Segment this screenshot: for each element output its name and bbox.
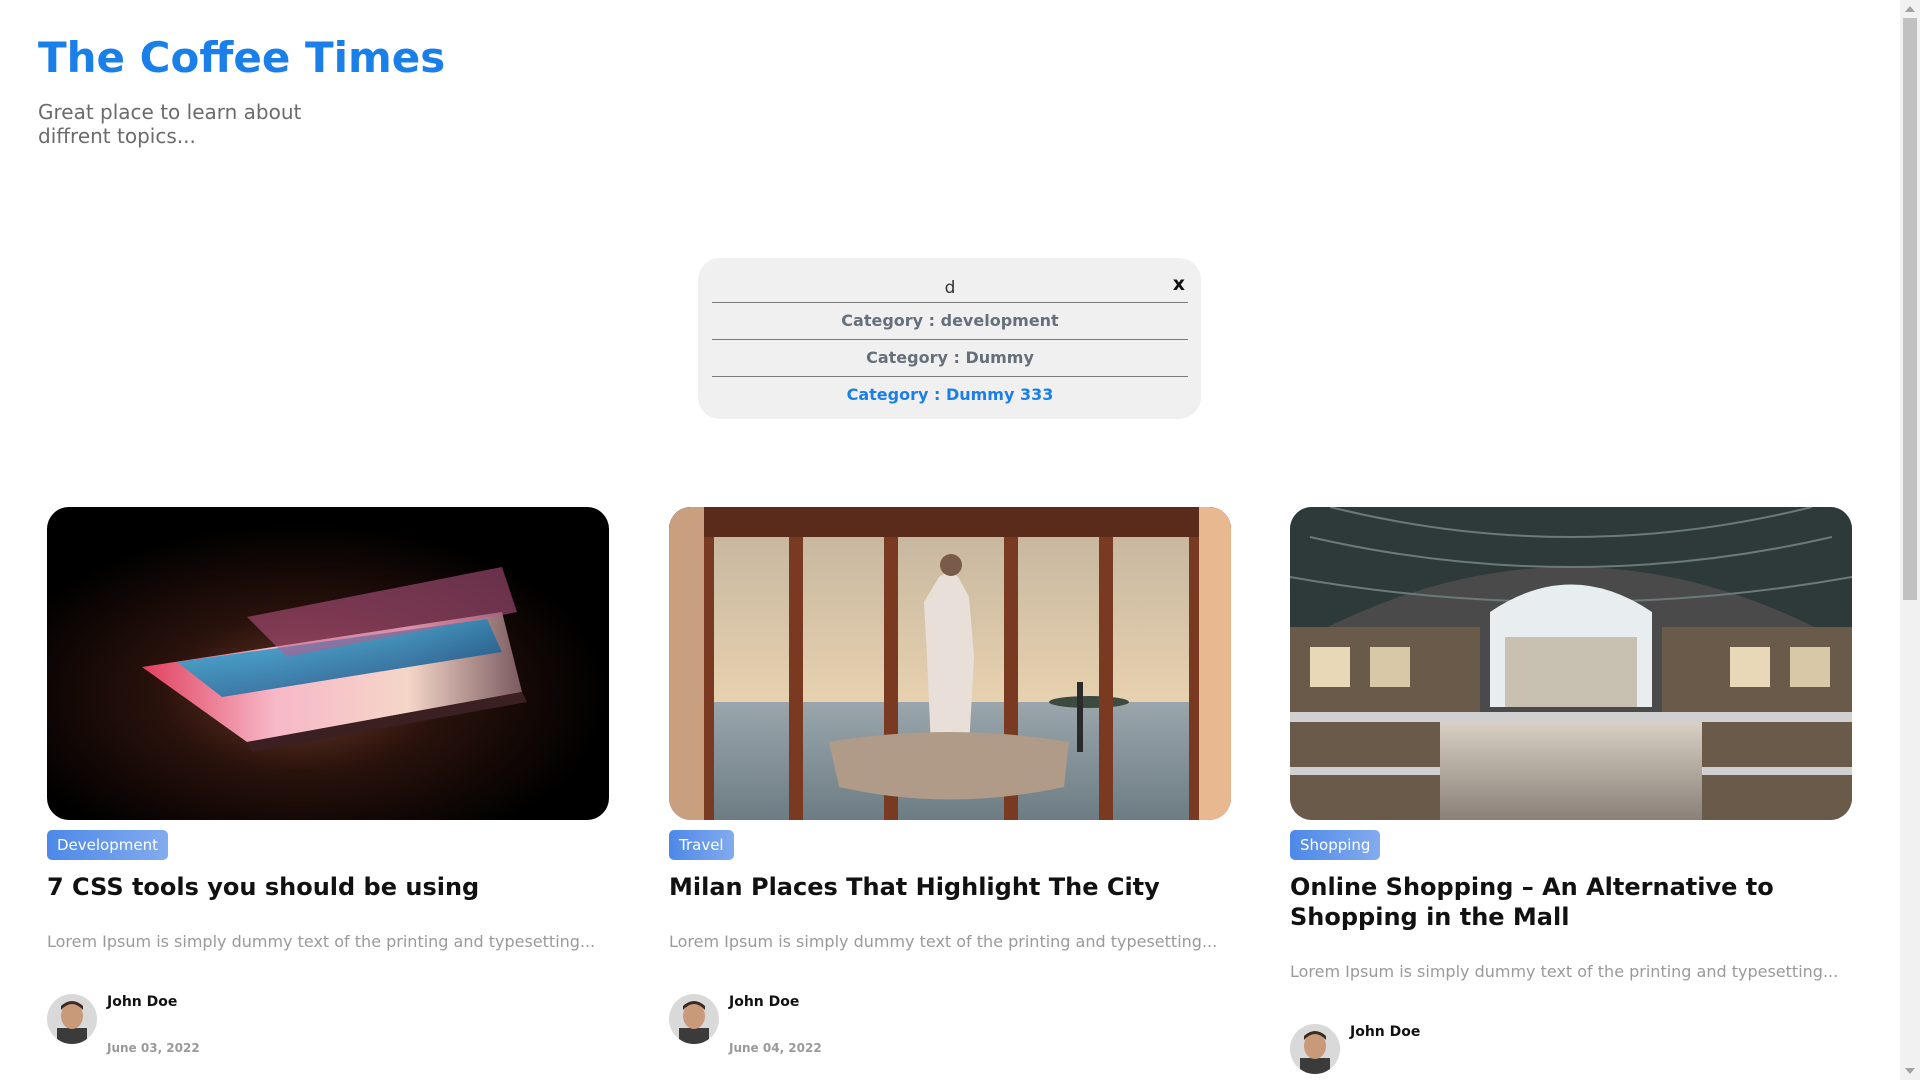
search-suggestions: Category : development Category : Dummy … [712, 303, 1188, 413]
site-tagline: Great place to learn about diffrent topi… [38, 100, 302, 148]
post-image-bathroom-view[interactable] [669, 507, 1231, 820]
post-date: June 03, 2022 [107, 1041, 200, 1055]
category-badge[interactable]: Travel [669, 830, 734, 860]
author-avatar [669, 994, 719, 1044]
author-avatar [47, 994, 97, 1044]
post-date: June 04, 2022 [729, 1041, 822, 1055]
scrollbar-thumb[interactable] [1903, 18, 1917, 600]
author-name: John Doe [1350, 1024, 1421, 1040]
post-excerpt: Lorem Ipsum is simply dummy text of the … [47, 932, 596, 951]
post-author: John Doe June 04, 2022 [669, 994, 1231, 1055]
vertical-scrollbar[interactable] [1900, 0, 1920, 1080]
clear-search-button[interactable]: x [1173, 272, 1185, 296]
post-excerpt: Lorem Ipsum is simply dummy text of the … [669, 932, 1218, 951]
suggestion-category-dummy-333[interactable]: Category : Dummy 333 [712, 377, 1188, 413]
post-author: John Doe June 03, 2022 [47, 994, 609, 1055]
scroll-up-arrow-icon[interactable] [1905, 6, 1915, 12]
category-badge[interactable]: Development [47, 830, 168, 860]
post-title[interactable]: Online Shopping – An Alternative to Shop… [1290, 872, 1852, 932]
author-name: John Doe [729, 994, 800, 1010]
suggestion-category-dummy[interactable]: Category : Dummy [712, 340, 1188, 377]
suggestion-category-development[interactable]: Category : development [712, 303, 1188, 340]
post-title[interactable]: Milan Places That Highlight The City [669, 872, 1231, 902]
scroll-down-arrow-icon[interactable] [1905, 1068, 1915, 1074]
post-title[interactable]: 7 CSS tools you should be using [47, 872, 609, 902]
search-input[interactable] [712, 274, 1188, 303]
page: The Coffee Times Great place to learn ab… [0, 0, 1920, 1080]
post-image-shopping-mall[interactable] [1290, 507, 1852, 820]
post-image-laptop[interactable] [47, 507, 609, 820]
author-name: John Doe [107, 994, 178, 1010]
post-card[interactable]: Development 7 CSS tools you should be us… [47, 507, 609, 1055]
search-panel: x Category : development Category : Dumm… [698, 258, 1201, 419]
post-author: John Doe [1290, 1024, 1852, 1080]
post-card[interactable]: Shopping Online Shopping – An Alternativ… [1290, 507, 1852, 1080]
site-title[interactable]: The Coffee Times [38, 30, 445, 86]
post-card[interactable]: Travel Milan Places That Highlight The C… [669, 507, 1231, 1055]
post-excerpt: Lorem Ipsum is simply dummy text of the … [1290, 962, 1839, 981]
category-badge[interactable]: Shopping [1290, 830, 1381, 860]
author-avatar [1290, 1024, 1340, 1074]
